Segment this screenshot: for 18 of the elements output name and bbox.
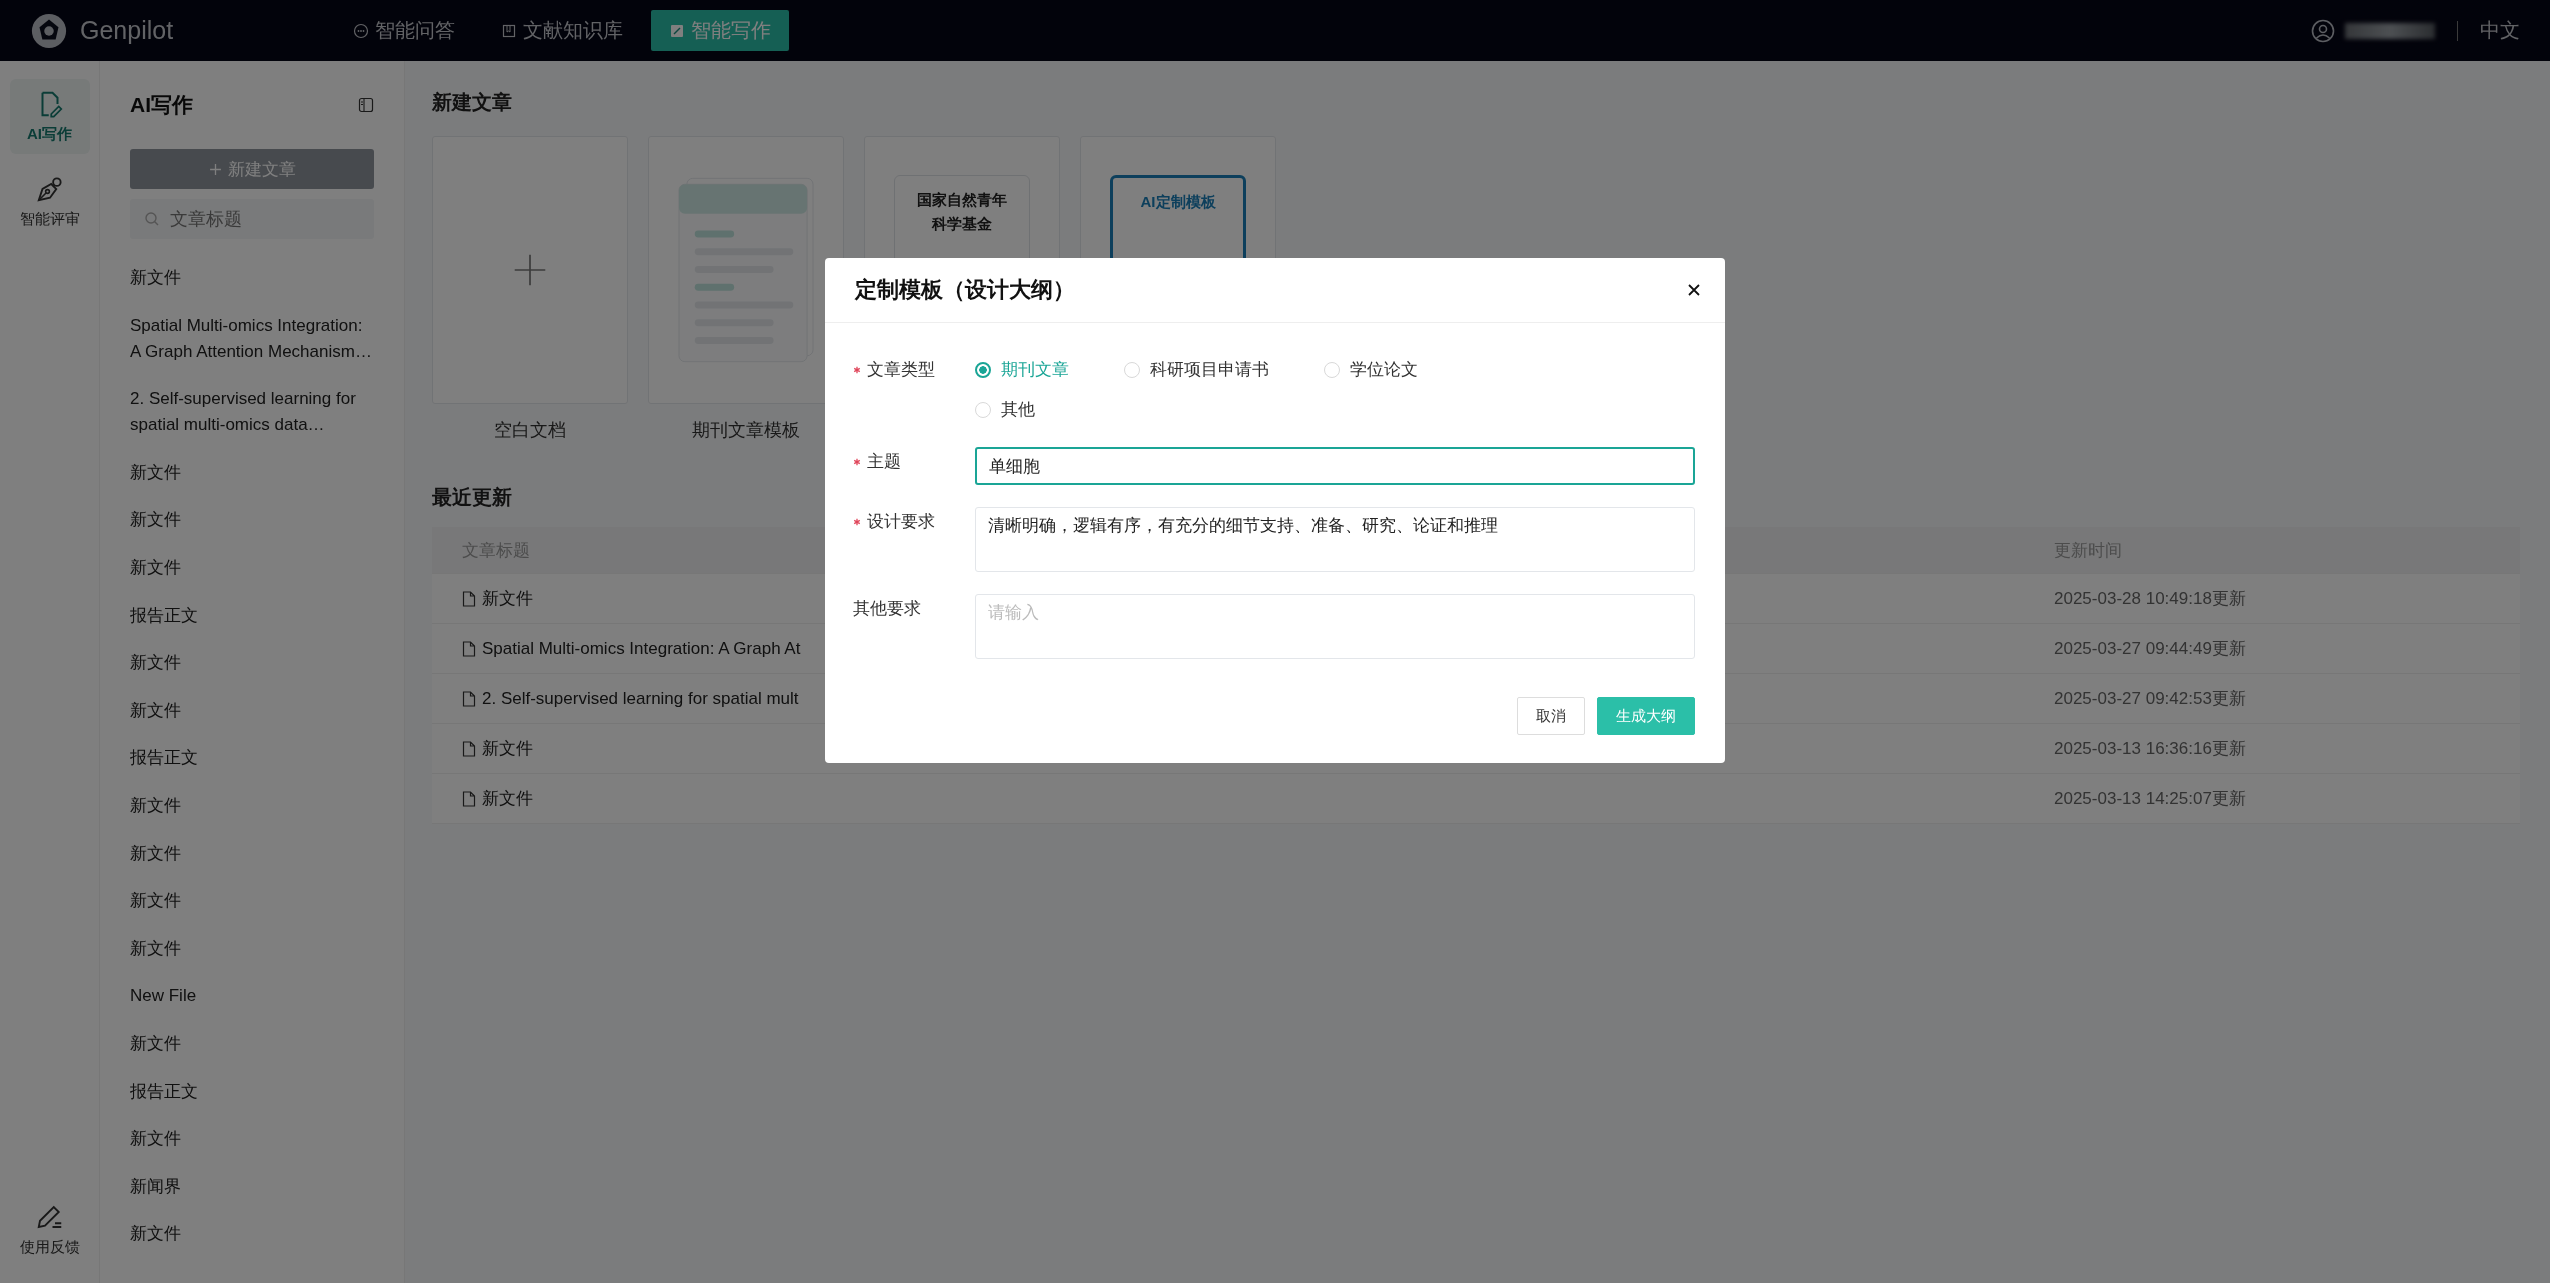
section-title: 最近更新 bbox=[432, 485, 513, 510]
card-label: 空白文档 bbox=[494, 419, 566, 442]
time-cell-text: 2025-03-13 14:25:07更新 bbox=[2054, 788, 2246, 810]
field-label: 其他要求 bbox=[853, 598, 921, 620]
brand-name: Genpilot bbox=[80, 16, 174, 45]
time-cell-text: 2025-03-13 16:36:16更新 bbox=[2054, 738, 2246, 760]
field-label: 主题 bbox=[867, 451, 901, 473]
section-title: 新建文章 bbox=[432, 90, 513, 115]
dialog-title: 定制模板（设计大纲） bbox=[855, 276, 1075, 304]
time-cell-text: 2025-03-27 09:42:53更新 bbox=[2054, 688, 2246, 710]
sidebar-title: AI写作 bbox=[130, 92, 193, 118]
time-cell-text: 2025-03-27 09:44:49更新 bbox=[2054, 638, 2246, 660]
field-label: 文章类型 bbox=[867, 359, 935, 381]
template-heading: AI定制模板 bbox=[1139, 192, 1217, 212]
template-heading: 国家自然青年科学基金 bbox=[916, 190, 1008, 234]
field-label: 设计要求 bbox=[867, 511, 935, 533]
time-cell-text: 2025-03-28 10:49:18更新 bbox=[2054, 588, 2246, 610]
card-label: 期刊文章模板 bbox=[692, 419, 800, 442]
